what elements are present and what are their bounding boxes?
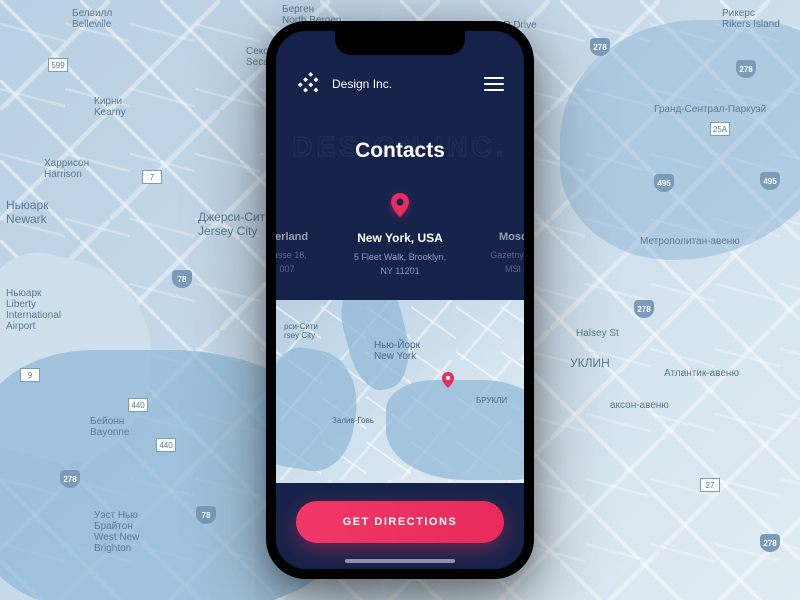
location-next[interactable]: Mosc Gazetnyy p MSI bbox=[478, 231, 524, 276]
map-label: Джерси-Сити Jersey City bbox=[198, 210, 272, 238]
route-shield-icon: 278 bbox=[60, 470, 80, 488]
route-marker-icon: 599 bbox=[48, 58, 68, 72]
map-label: Уэст Нью Брайтон West New Brighton bbox=[94, 510, 139, 554]
phone-screen: Design Inc. DESIGN INC. Contacts tzerlan… bbox=[276, 31, 524, 569]
mini-map-label: Нью-Йорк New York bbox=[374, 340, 420, 362]
map-label: аксон-авеню bbox=[610, 400, 669, 411]
route-marker-icon: 440 bbox=[156, 438, 176, 452]
route-shield-icon: 495 bbox=[654, 174, 674, 192]
brand-name: Design Inc. bbox=[332, 77, 392, 91]
map-label: Halsey St bbox=[576, 328, 619, 339]
route-shield-icon: 278 bbox=[760, 534, 780, 552]
ghost-title: DESIGN INC. bbox=[276, 131, 524, 163]
mini-map-label: рси-Сити rsey City bbox=[284, 322, 318, 340]
route-marker-icon: 25A bbox=[710, 122, 730, 136]
map-label: Харрисон Harrison bbox=[44, 158, 89, 180]
location-current[interactable]: New York, USA 5 Fleet Walk, Brooklyn, NY… bbox=[340, 231, 460, 278]
route-marker-icon: 9 bbox=[20, 368, 40, 382]
route-shield-icon: 78 bbox=[172, 270, 192, 288]
location-prev[interactable]: tzerland trasse 18, 007 bbox=[276, 231, 322, 276]
route-marker-icon: 27 bbox=[700, 478, 720, 492]
map-label: УКЛИН bbox=[570, 356, 610, 370]
route-shield-icon: 495 bbox=[760, 172, 780, 190]
route-shield-icon: 78 bbox=[196, 506, 216, 524]
map-label: Рикерс Rikers Island bbox=[722, 8, 780, 30]
get-directions-button[interactable]: GET DIRECTIONS bbox=[296, 501, 504, 543]
map-label: Кирни Kearny bbox=[94, 96, 126, 118]
map-label: Белвилл Belleville bbox=[72, 8, 112, 30]
locations-carousel[interactable]: tzerland trasse 18, 007 New York, USA 5 … bbox=[276, 231, 524, 278]
mini-map[interactable]: рси-Сити rsey City Нью-Йорк New York БРУКЛ… bbox=[276, 300, 524, 483]
map-label: Атлантик-авеню bbox=[664, 368, 739, 379]
hamburger-menu-icon[interactable] bbox=[484, 77, 504, 91]
map-label: Ньюарк Liberty International Airport bbox=[6, 288, 61, 332]
route-marker-icon: 440 bbox=[128, 398, 148, 412]
map-label: Бейонн Bayonne bbox=[90, 416, 129, 438]
brand-logo-icon bbox=[296, 71, 322, 97]
phone-frame: Design Inc. DESIGN INC. Contacts tzerlan… bbox=[266, 21, 534, 579]
route-shield-icon: 278 bbox=[590, 38, 610, 56]
location-pin-icon bbox=[276, 193, 524, 217]
mini-map-label: Залив-Говь bbox=[332, 416, 374, 425]
map-label: Гранд-Сентрал-Паркуэй bbox=[654, 104, 766, 115]
map-label: Метрополитан-авеню bbox=[640, 236, 740, 247]
phone-notch bbox=[335, 31, 465, 55]
app-root: Design Inc. DESIGN INC. Contacts tzerlan… bbox=[276, 31, 524, 569]
bottom-bar: GET DIRECTIONS bbox=[276, 483, 524, 569]
mini-map-label: БРУКЛИ bbox=[476, 396, 507, 405]
route-shield-icon: 278 bbox=[634, 300, 654, 318]
home-indicator[interactable] bbox=[345, 559, 455, 563]
route-shield-icon: 278 bbox=[736, 60, 756, 78]
brand[interactable]: Design Inc. bbox=[296, 71, 392, 97]
mini-map-pin-icon bbox=[442, 372, 454, 393]
route-marker-icon: 7 bbox=[142, 170, 162, 184]
map-label: Ньюарк Newark bbox=[6, 198, 49, 226]
